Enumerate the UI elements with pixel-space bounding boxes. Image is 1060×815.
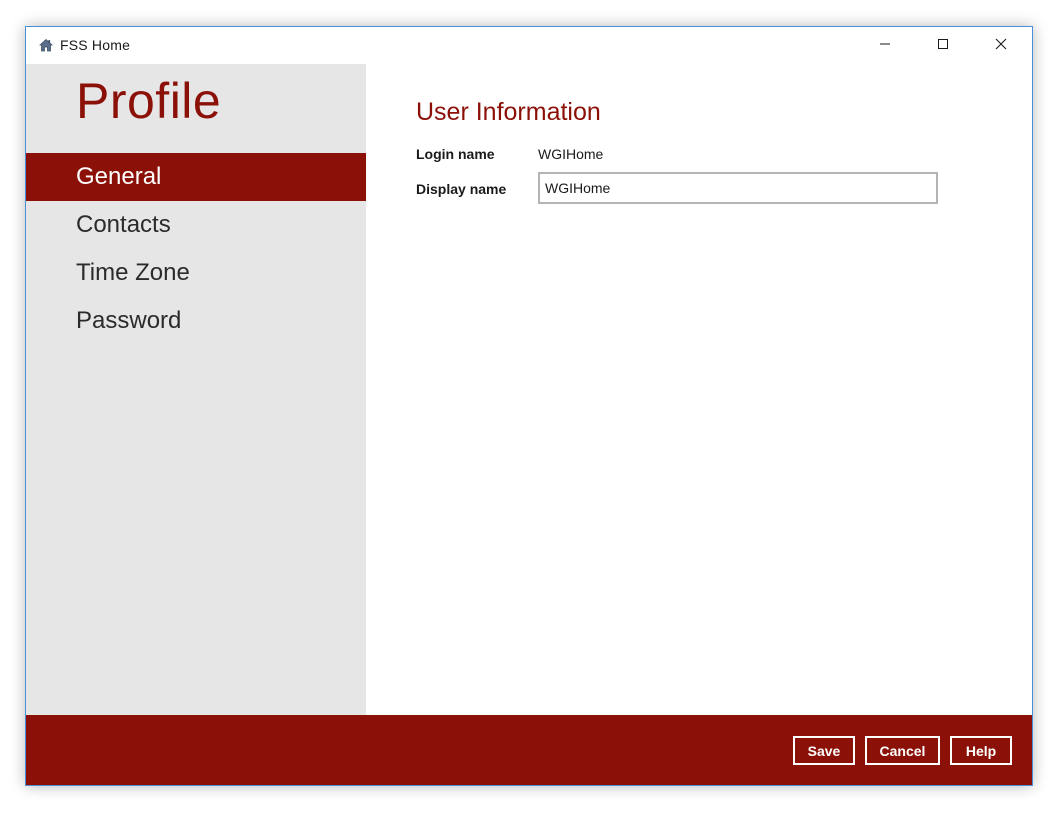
display-name-label: Display name (416, 181, 507, 197)
sidebar-item-contacts[interactable]: Contacts (26, 201, 366, 249)
login-name-label: Login name (416, 146, 495, 162)
page-title: Profile (76, 73, 222, 129)
window-title: FSS Home (60, 37, 131, 53)
help-button[interactable]: Help (950, 736, 1012, 765)
login-name-value: WGIHome (538, 146, 604, 162)
app-window: FSS Home Profile General Contacts Time Z… (25, 26, 1033, 786)
minimize-button[interactable] (856, 27, 914, 64)
maximize-icon (937, 37, 949, 55)
main-content: User Information Login name WGIHome Disp… (366, 64, 1032, 715)
sidebar-item-time-zone[interactable]: Time Zone (26, 249, 366, 297)
save-button[interactable]: Save (793, 736, 855, 765)
cancel-button[interactable]: Cancel (865, 736, 940, 765)
sidebar-item-general[interactable]: General (26, 153, 366, 201)
close-button[interactable] (972, 27, 1030, 64)
footer-bar: Save Cancel Help (26, 715, 1032, 785)
house-icon (38, 37, 54, 53)
maximize-button[interactable] (914, 27, 972, 64)
title-bar[interactable]: FSS Home (26, 27, 1032, 64)
sidebar: Profile General Contacts Time Zone Passw… (26, 64, 366, 715)
section-title: User Information (416, 98, 601, 126)
sidebar-item-password[interactable]: Password (26, 297, 366, 345)
display-name-field[interactable] (538, 172, 938, 204)
minimize-icon (879, 37, 891, 55)
close-icon (995, 37, 1007, 55)
